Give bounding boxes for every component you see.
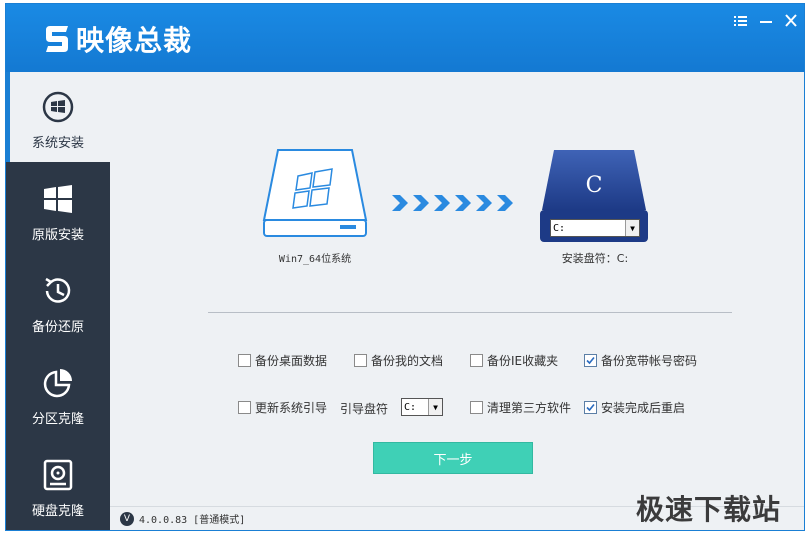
restart-after-install-option[interactable]: 安装完成后重启	[584, 399, 685, 416]
sidebar-item-partition-clone[interactable]: 分区克隆	[6, 348, 110, 438]
backup-desktop-option[interactable]: 备份桌面数据	[238, 352, 327, 369]
app-title-text: 映像总裁	[76, 24, 193, 57]
close-icon[interactable]	[781, 12, 801, 30]
dropdown-arrow-icon[interactable]: ▼	[625, 220, 639, 236]
source-drive-icon	[262, 149, 368, 237]
boot-drive-label: 引导盘符	[340, 402, 389, 416]
checkbox[interactable]	[238, 401, 251, 414]
watermark: 极速下载站	[636, 493, 782, 526]
boot-drive-select[interactable]: C: ▼	[401, 398, 443, 416]
app-title: 映像总裁	[42, 22, 193, 57]
next-button[interactable]: 下一步	[373, 442, 533, 474]
main-window: 映像总裁 系统安装 原版安装 备份还原 分区克隆 硬盘克隆 Win7_64位系统…	[5, 3, 805, 531]
checkbox[interactable]	[238, 354, 251, 367]
menu-icon[interactable]	[731, 12, 751, 30]
check-icon	[586, 403, 595, 412]
checkbox-checked[interactable]	[584, 354, 597, 367]
target-drive-select[interactable]: C: ▼	[550, 219, 640, 237]
version-text: 4.0.0.83 [普通模式]	[139, 515, 246, 526]
option-label: 备份我的文档	[371, 354, 444, 368]
version-badge: V	[120, 511, 134, 526]
target-drive-select-value: C:	[553, 222, 566, 234]
sidebar-item-label: 原版安装	[31, 228, 84, 243]
target-drive-letter: C	[586, 173, 603, 198]
divider	[208, 312, 732, 313]
sidebar-item-original-install[interactable]: 原版安装	[6, 164, 110, 254]
backup-documents-option[interactable]: 备份我的文档	[354, 352, 443, 369]
title-bar: 映像总裁	[6, 4, 804, 72]
sidebar-item-label: 备份还原	[31, 320, 84, 335]
sidebar-item-system-install[interactable]: 系统安装	[6, 72, 110, 162]
main-panel: Win7_64位系统 C C: ▼ 安装盘符：C: 备份桌面数据 备份我的文档 …	[110, 72, 804, 506]
minimize-icon[interactable]	[756, 12, 776, 30]
target-drive-label: 安装盘符：C:	[561, 252, 629, 265]
history-clock-icon	[45, 277, 71, 303]
checkbox[interactable]	[354, 354, 367, 367]
sidebar: 系统安装 原版安装 备份还原 分区克隆 硬盘克隆	[6, 72, 110, 530]
source-image-label: Win7_64位系统	[278, 254, 352, 265]
option-label: 更新系统引导	[255, 401, 328, 415]
checkbox[interactable]	[470, 401, 483, 414]
sidebar-item-label: 分区克隆	[31, 412, 84, 427]
update-boot-option[interactable]: 更新系统引导	[238, 399, 327, 416]
sidebar-item-label: 硬盘克隆	[31, 504, 84, 519]
windows-logo-icon	[44, 185, 72, 213]
option-label: 备份IE收藏夹	[487, 354, 559, 368]
option-label: 安装完成后重启	[601, 401, 686, 415]
checkbox[interactable]	[470, 354, 483, 367]
app-logo-icon	[46, 26, 68, 52]
disk-icon	[43, 459, 73, 491]
sidebar-item-disk-clone[interactable]: 硬盘克隆	[6, 440, 110, 530]
arrows-icon	[392, 195, 513, 211]
boot-drive-select-value: C:	[404, 401, 417, 413]
option-label: 清理第三方软件	[487, 401, 572, 415]
check-icon	[586, 356, 595, 365]
option-label: 备份桌面数据	[255, 354, 328, 368]
dropdown-arrow-icon[interactable]: ▼	[428, 399, 442, 415]
backup-ie-favorites-option[interactable]: 备份IE收藏夹	[470, 352, 558, 369]
pie-chart-icon	[43, 369, 72, 398]
clean-third-party-option[interactable]: 清理第三方软件	[470, 399, 571, 416]
option-label: 备份宽带帐号密码	[601, 354, 698, 368]
windows-circle-icon	[42, 91, 74, 123]
sidebar-item-backup-restore[interactable]: 备份还原	[6, 256, 110, 346]
sidebar-item-label: 系统安装	[31, 136, 84, 151]
backup-broadband-option[interactable]: 备份宽带帐号密码	[584, 352, 697, 369]
checkbox-checked[interactable]	[584, 401, 597, 414]
